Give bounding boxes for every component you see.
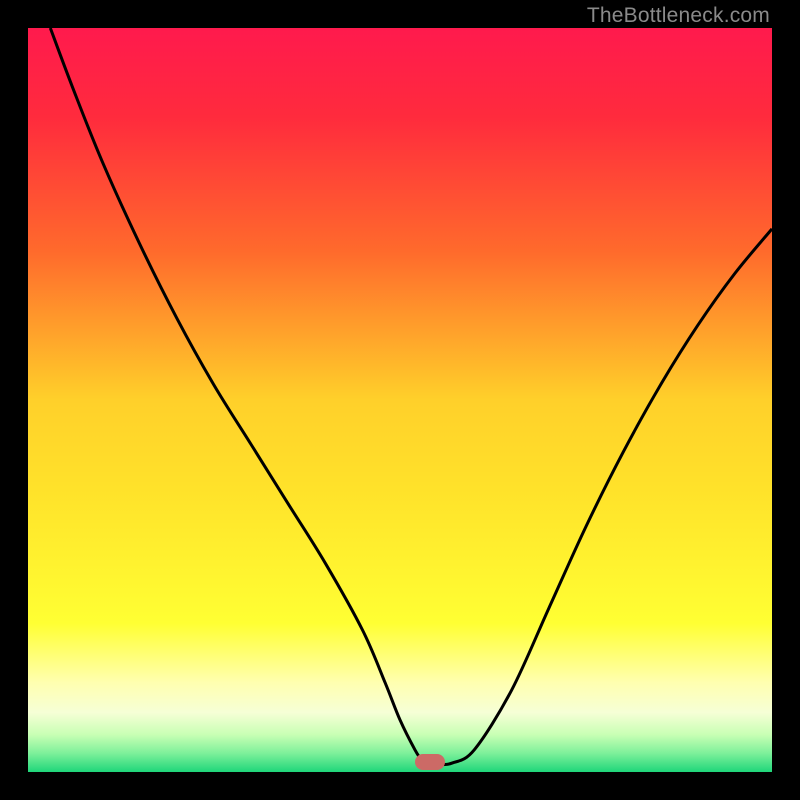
- watermark-text: TheBottleneck.com: [587, 4, 770, 28]
- chart-frame: TheBottleneck.com: [0, 0, 800, 800]
- plot-area: [28, 28, 772, 772]
- bottleneck-curve: [28, 28, 772, 772]
- optimum-marker: [415, 754, 445, 770]
